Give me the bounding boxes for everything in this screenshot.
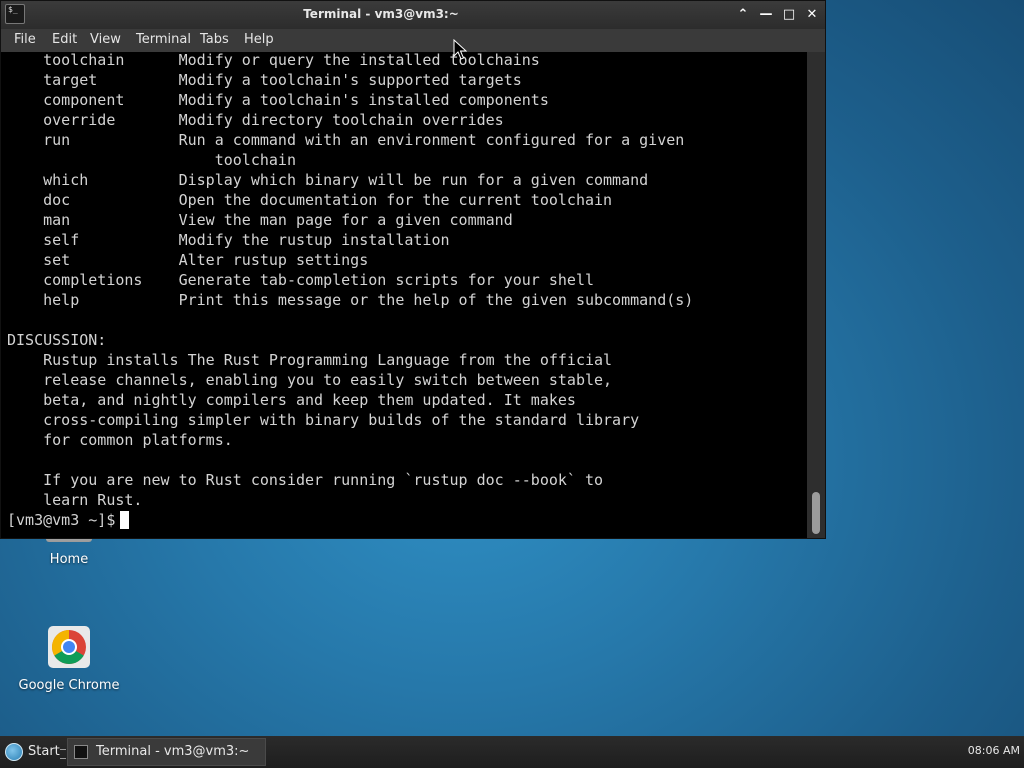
taskbar-item-terminal[interactable]: Terminal - vm3@vm3:~ [67,738,266,766]
title-bar[interactable]: $_ Terminal - vm3@vm3:~ ⌃ — □ ✕ [1,1,825,29]
minimize-button[interactable]: — [757,6,775,24]
scrollbar[interactable] [807,52,825,538]
desktop-icon-label: Home [49,552,89,567]
desktop-icon-label: Google Chrome [18,678,120,693]
terminal-icon [74,745,88,759]
taskbar-separator [60,749,66,759]
start-label: Start [28,744,60,759]
chrome-icon [48,626,90,668]
desktop-icon-chrome[interactable]: Google Chrome [14,626,124,693]
maximize-button[interactable]: □ [780,6,798,24]
window-title: Terminal - vm3@vm3:~ [303,7,459,21]
terminal-screen[interactable]: toolchain Modify or query the installed … [1,52,807,538]
menu-file[interactable]: File [13,32,37,47]
menu-edit[interactable]: Edit [51,32,78,47]
terminal-output-text: toolchain Modify or query the installed … [7,52,694,509]
start-button[interactable]: Start [2,740,66,764]
menu-terminal[interactable]: Terminal [135,32,192,47]
menu-tabs[interactable]: Tabs [199,32,230,47]
shade-button[interactable]: ⌃ [734,6,752,24]
text-cursor [120,511,130,529]
close-button[interactable]: ✕ [803,6,821,24]
menu-help[interactable]: Help [243,32,275,47]
terminal-window: $_ Terminal - vm3@vm3:~ ⌃ — □ ✕ File Edi… [0,0,826,539]
clock[interactable]: 08:06 AM [968,744,1020,757]
menu-view[interactable]: View [89,32,122,47]
taskbar-item-label: Terminal - vm3@vm3:~ [96,744,250,759]
scrollbar-thumb[interactable] [812,492,820,534]
taskbar: Start Terminal - vm3@vm3:~ 08:06 AM [0,736,1024,768]
menu-bar: File Edit View Terminal Tabs Help [1,29,825,52]
terminal-prompt: [vm3@vm3 ~]$ [7,511,116,529]
terminal-output: toolchain Modify or query the installed … [7,52,693,530]
desktop: Home Google Chrome $_ Terminal - vm3@vm3… [0,0,1024,768]
mouse-pointer-icon [453,39,467,60]
start-menu-icon [5,743,23,761]
